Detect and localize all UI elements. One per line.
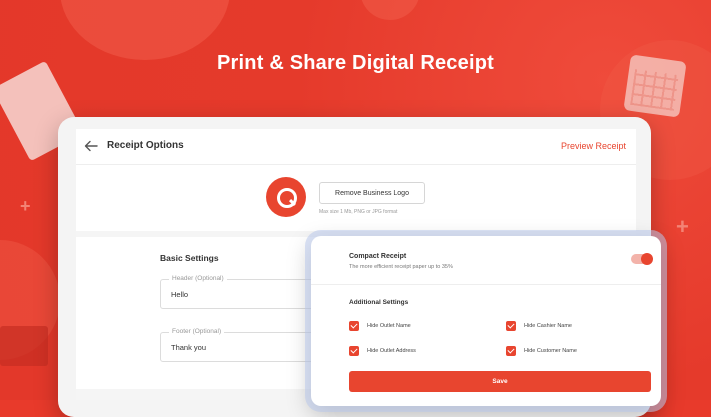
hide-customer-name-checkbox[interactable] bbox=[506, 346, 516, 356]
hide-outlet-name-checkbox[interactable] bbox=[349, 321, 359, 331]
background-blob bbox=[60, 0, 230, 60]
background-blob bbox=[360, 0, 420, 20]
compact-receipt-card: Compact Receipt The more efficient recei… bbox=[311, 236, 661, 406]
hide-customer-name-label: Hide Customer Name bbox=[524, 348, 577, 354]
card-divider bbox=[311, 284, 661, 285]
save-button[interactable]: Save bbox=[349, 371, 651, 392]
plus-decoration-icon: + bbox=[20, 196, 31, 216]
hide-outlet-address-label: Hide Outlet Address bbox=[367, 348, 416, 354]
logo-hint: Max size 1 Mb, PNG or JPG format bbox=[319, 209, 398, 215]
qasir-logo-icon bbox=[266, 177, 306, 217]
hide-cashier-name-label: Hide Cashier Name bbox=[524, 323, 572, 329]
hide-cashier-name-checkbox[interactable] bbox=[506, 321, 516, 331]
footer-field-value: Thank you bbox=[171, 343, 207, 352]
compact-receipt-toggle[interactable] bbox=[631, 253, 653, 265]
header-field-value: Hello bbox=[171, 290, 189, 299]
header-field-label: Header (Optional) bbox=[169, 275, 227, 282]
preview-receipt-link[interactable]: Preview Receipt bbox=[561, 141, 626, 151]
basic-settings-title: Basic Settings bbox=[160, 253, 219, 263]
logo-section: Remove Business Logo Max size 1 Mb, PNG … bbox=[76, 165, 636, 231]
headline: Print & Share Digital Receipt bbox=[217, 52, 494, 74]
footer-field-label: Footer (Optional) bbox=[169, 328, 225, 335]
compact-receipt-description: The more efficient receipt paper up to 3… bbox=[349, 264, 453, 270]
arrow-left-icon[interactable] bbox=[83, 138, 99, 154]
page-title: Receipt Options bbox=[107, 140, 184, 151]
remove-business-logo-button[interactable]: Remove Business Logo bbox=[319, 182, 425, 204]
store-illustration bbox=[0, 326, 48, 366]
compact-receipt-title: Compact Receipt bbox=[349, 253, 407, 260]
plus-decoration-icon: + bbox=[676, 214, 689, 239]
hide-outlet-address-checkbox[interactable] bbox=[349, 346, 359, 356]
hide-outlet-name-label: Hide Outlet Name bbox=[367, 323, 411, 329]
top-bar: Receipt Options Preview Receipt bbox=[76, 129, 636, 165]
additional-settings-title: Additional Settings bbox=[349, 299, 409, 306]
